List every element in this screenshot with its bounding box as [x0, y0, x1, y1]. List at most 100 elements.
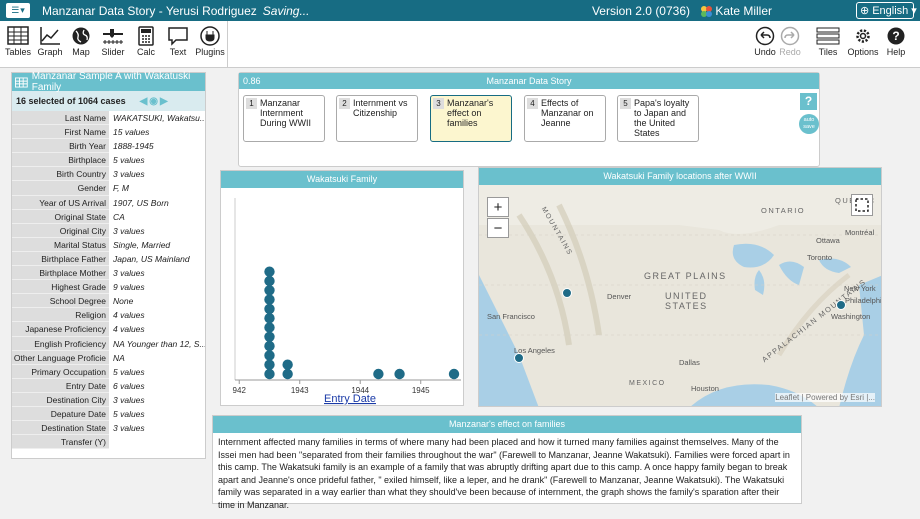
table-row[interactable]: Destination State 3 values [12, 421, 205, 436]
user-menu[interactable]: Kate Miller [701, 4, 772, 18]
table-row[interactable]: Transfer (Y) [12, 435, 205, 450]
attribute-name[interactable]: Entry Date [12, 378, 109, 393]
table-row[interactable]: Destination City 3 values [12, 392, 205, 407]
data-point[interactable] [264, 350, 275, 361]
story-card-1[interactable]: 1 Manzanar Internment During WWII [243, 95, 325, 142]
marquee-select-button[interactable] [851, 194, 873, 216]
data-story-panel[interactable]: 0.86 Manzanar Data Story 1 Manzanar Inter… [238, 72, 820, 167]
attribute-name[interactable]: Japanese Proficiency [12, 322, 109, 337]
data-point[interactable] [264, 359, 275, 370]
attribute-name[interactable]: School Degree [12, 294, 109, 309]
attribute-name[interactable]: English Proficiency [12, 336, 109, 351]
data-point[interactable] [264, 368, 275, 380]
story-help-button[interactable]: ? [800, 93, 817, 110]
data-point[interactable] [373, 368, 384, 380]
attribute-name[interactable]: Religion [12, 308, 109, 323]
table-row[interactable]: Year of US Arrival 1907, US Born [12, 195, 205, 210]
text-tile-title[interactable]: Manzanar's effect on families [213, 416, 801, 433]
case-navigation[interactable]: ◀◉▶ [140, 96, 170, 107]
attribute-name[interactable]: Primary Occupation [12, 364, 109, 379]
data-point[interactable] [282, 359, 293, 370]
attribute-name[interactable]: Other Language Proficie [12, 350, 109, 365]
attribute-name[interactable]: Birthplace [12, 153, 109, 168]
graph-title[interactable]: Wakatsuki Family [221, 171, 463, 188]
tables-button[interactable]: Tables [0, 26, 36, 57]
story-card-3[interactable]: 3 Manzanar's effect on families [430, 95, 512, 142]
data-point[interactable] [264, 275, 275, 287]
data-point[interactable] [264, 322, 275, 333]
text-button[interactable]: Text [160, 26, 196, 57]
story-card-5[interactable]: 5 Papa's loyalty to Japan and the United … [617, 95, 699, 142]
case-table-header[interactable]: Manzanar Sample A with Wakatuski Family [12, 71, 205, 93]
table-row[interactable]: Birthplace Father Japan, US Mainland [12, 251, 205, 267]
center-case-icon[interactable]: ◉ [149, 96, 160, 107]
table-row[interactable]: Birth Year 1888-1945 [12, 139, 205, 154]
help-button[interactable]: ? Help [878, 26, 914, 57]
document-title[interactable]: Manzanar Data Story - Yerusi Rodriguez [42, 4, 257, 18]
text-tile[interactable]: Manzanar's effect on families Internment… [212, 415, 802, 510]
attribute-name[interactable]: Birth Year [12, 139, 109, 154]
data-point[interactable] [264, 313, 275, 324]
map-attribution[interactable]: Leaflet | Powered by Esri |... [775, 393, 875, 402]
data-point[interactable] [264, 340, 275, 352]
x-axis-label[interactable]: Entry Date [324, 393, 376, 405]
text-tile-body[interactable]: Internment affected many families in ter… [213, 433, 801, 514]
tiles-button[interactable]: Tiles [810, 26, 846, 57]
attribute-name[interactable]: First Name [12, 125, 109, 140]
attribute-name[interactable]: Depature Date [12, 406, 109, 422]
table-row[interactable]: Last Name WAKATSUKI, Wakatsu... [12, 111, 205, 126]
map-button[interactable]: Map [63, 26, 99, 57]
story-card-2[interactable]: 2 Internment vs Citizenship [336, 95, 418, 142]
story-card-4[interactable]: 4 Effects of Manzanar on Jeanne [524, 95, 606, 142]
zoom-in-button[interactable]: + [487, 197, 509, 217]
map-tile[interactable]: Wakatsuki Family locations after WWII + … [478, 167, 882, 407]
data-point[interactable] [264, 294, 275, 305]
table-row[interactable]: Entry Date 6 values [12, 378, 205, 393]
attribute-name[interactable]: Birthplace Mother [12, 266, 109, 281]
table-row[interactable]: Marital Status Single, Married [12, 237, 205, 252]
table-row[interactable]: Birth Country 3 values [12, 167, 205, 182]
table-row[interactable]: Religion 4 values [12, 308, 205, 323]
table-row[interactable]: Other Language Proficie NA [12, 350, 205, 365]
attribute-name[interactable]: Highest Grade [12, 280, 109, 295]
prev-case-icon[interactable]: ◀ [140, 96, 150, 107]
attribute-name[interactable]: Gender [12, 181, 109, 196]
language-select[interactable]: ⊕ English ▾ [856, 2, 917, 19]
attribute-name[interactable]: Marital Status [12, 237, 109, 252]
data-point[interactable] [448, 368, 460, 380]
attribute-name[interactable]: Destination City [12, 392, 109, 407]
map-point-utah[interactable] [562, 288, 572, 298]
data-point[interactable] [264, 331, 275, 342]
table-row[interactable]: English Proficiency NA Younger than 12, S… [12, 336, 205, 351]
data-point[interactable] [282, 368, 293, 380]
zoom-out-button[interactable]: − [487, 218, 509, 238]
table-row[interactable]: Birthplace Mother 3 values [12, 266, 205, 281]
table-row[interactable]: Highest Grade 9 values [12, 280, 205, 295]
table-row[interactable]: Gender F, M [12, 181, 205, 196]
menu-button[interactable]: ☰ ▾ [6, 3, 30, 18]
table-row[interactable]: Primary Occupation 5 values [12, 364, 205, 379]
calc-button[interactable]: Calc [128, 26, 164, 57]
table-row[interactable]: Birthplace 5 values [12, 153, 205, 168]
graph-tile[interactable]: Wakatsuki Family 942 1943 1944 1945 Entry D… [220, 170, 464, 406]
data-story-header[interactable]: 0.86 Manzanar Data Story [239, 73, 819, 89]
map-point-los-angeles[interactable] [514, 353, 524, 363]
case-table[interactable]: Manzanar Sample A with Wakatuski Family … [11, 71, 206, 459]
attribute-name[interactable]: Last Name [12, 111, 109, 126]
data-point[interactable] [394, 368, 405, 380]
attribute-name[interactable]: Destination State [12, 421, 109, 436]
dot-plot[interactable]: 942 1943 1944 1945 Entry Date [221, 188, 463, 405]
table-row[interactable]: Original City 3 values [12, 223, 205, 238]
redo-button[interactable]: Redo [772, 26, 808, 57]
attribute-name[interactable]: Original State [12, 209, 109, 224]
map-point-new-jersey[interactable] [836, 300, 846, 310]
table-row[interactable]: Japanese Proficiency 4 values [12, 322, 205, 337]
data-point[interactable] [264, 303, 275, 315]
table-row[interactable]: School Degree None [12, 294, 205, 309]
attribute-name[interactable]: Birth Country [12, 167, 109, 182]
table-row[interactable]: First Name 15 values [12, 125, 205, 140]
attribute-name[interactable]: Year of US Arrival [12, 195, 109, 210]
data-point[interactable] [264, 285, 275, 296]
slider-button[interactable]: Slider [95, 26, 131, 57]
map-title[interactable]: Wakatsuki Family locations after WWII [479, 168, 881, 185]
